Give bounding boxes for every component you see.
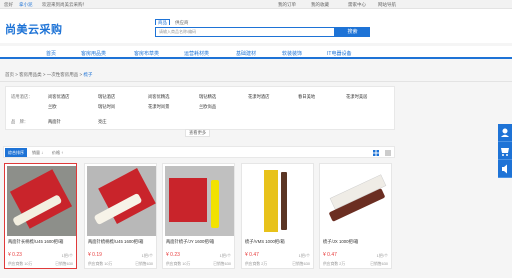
product-supplier-count: 供应商数 10万 (8, 262, 33, 266)
sort-price-button[interactable]: 价格 ↑ (52, 150, 63, 156)
search-button[interactable]: 搜索 (335, 27, 370, 37)
product-image[interactable] (7, 166, 76, 236)
sidebar-notice[interactable] (498, 160, 512, 178)
product-unit: 1把/个 (376, 253, 388, 258)
breadcrumb: 首页 > 客房用品类 > 一次性客房用品 > 梳子 (5, 72, 93, 77)
product-card[interactable]: 梳子/JX 1000把/箱 ¥ 0.47 1把/个 供应商数 2万 已销售630 (319, 163, 392, 269)
filter-option[interactable]: 兰欧 (48, 104, 57, 110)
nav-item-linen[interactable]: 客房布草类 (134, 50, 159, 57)
filter-option[interactable]: 春日美地 (298, 94, 315, 100)
filter-option[interactable]: 兰欧尚品 (199, 104, 216, 110)
user-icon (501, 128, 509, 137)
main-nav: 首页 客房用品类 客房布草类 运营耗材类 基础建材 软装装饰 IT电器设备 (0, 46, 512, 59)
filter-option[interactable]: 尚客优精选 (148, 94, 169, 100)
filter-panel: 适用酒店： 尚客优酒店 瑞钻酒店 尚客优精选 瑞钻精选 花漾时酒店 春日美地 花… (5, 86, 395, 130)
product-image[interactable] (244, 166, 313, 236)
product-price: ¥ 0.23 (166, 252, 180, 258)
top-bar: 您好 拿小泥 欢迎来到尚美云采购！ 我的订单 我的收藏 需家中心 网站导航 (0, 0, 512, 9)
filter-option[interactable]: 花漾时美居 (346, 94, 367, 100)
list-view-icon[interactable] (385, 150, 391, 156)
breadcrumb-item[interactable]: 客房用品类 (19, 72, 42, 77)
grid-view-icon[interactable] (373, 150, 379, 156)
product-name[interactable]: 梳子/VMS 1000把/箱 (245, 239, 313, 244)
product-card[interactable]: 两面针长柄梳/U45 1600把/箱 ¥ 0.23 1把/个 供应商数 10万 … (4, 163, 77, 269)
product-price: ¥ 0.47 (245, 252, 259, 258)
my-favorites-link[interactable]: 我的收藏 (311, 2, 329, 8)
speaker-icon (502, 164, 507, 174)
product-unit: 1把/个 (141, 253, 153, 258)
header: 尚美云采购 商品 供应商 (0, 9, 512, 43)
brand2-filter-label: 品 牌： (11, 119, 29, 124)
search-tab-goods[interactable]: 商品 (155, 19, 170, 25)
nav-item-consumables[interactable]: 运营耗材类 (184, 50, 209, 57)
product-unit: 1把/个 (298, 253, 310, 258)
filter-option[interactable]: 瑞钻酒店 (98, 94, 115, 100)
sidebar-account[interactable] (498, 124, 512, 142)
sidebar-cart[interactable] (498, 142, 512, 160)
product-name[interactable]: 两面针梳子/JY 1600把/箱 (166, 239, 234, 244)
breadcrumb-current: 梳子 (83, 72, 93, 77)
search-tab-supplier[interactable]: 供应商 (175, 20, 189, 26)
product-card[interactable]: 两面针梳柄梳/U45 1600把/箱 ¥ 0.19 1把/个 供应商数 10万 … (84, 163, 157, 269)
product-supplier-count: 供应商数 2万 (323, 262, 346, 266)
product-supplier-count: 供应商数 2万 (245, 262, 268, 266)
filter-option[interactable]: 花漾时尚景 (148, 104, 169, 110)
product-image[interactable] (165, 166, 234, 236)
site-logo[interactable]: 尚美云采购 (5, 21, 63, 37)
welcome-text: 欢迎来到尚美云采购！ (42, 2, 87, 7)
product-name[interactable]: 梳子/JX 1000把/箱 (323, 239, 391, 244)
user-link[interactable]: 拿小泥 (19, 2, 33, 8)
product-sales: 已销售630 (370, 262, 388, 266)
greeting-text: 您好 (4, 2, 13, 7)
nav-item-materials[interactable]: 基础建材 (236, 50, 256, 57)
product-sales: 已销售630 (213, 262, 231, 266)
product-unit: 1把/个 (219, 253, 231, 258)
nav-item-room-supplies[interactable]: 客房用品类 (81, 50, 106, 57)
product-image[interactable] (87, 166, 156, 236)
product-price: ¥ 0.47 (323, 252, 337, 258)
product-unit: 1把/个 (61, 253, 73, 258)
filter-option[interactable]: 花漾时酒店 (248, 94, 269, 100)
brand-filter-label: 适用酒店： (11, 94, 33, 99)
filter-option[interactable]: 两面针 (48, 119, 61, 125)
product-card[interactable]: 两面针梳子/JY 1600把/箱 ¥ 0.23 1把/个 供应商数 10万 已销… (162, 163, 235, 269)
product-name[interactable]: 两面针长柄梳/U45 1600把/箱 (8, 239, 76, 244)
product-name[interactable]: 两面针梳柄梳/U45 1600把/箱 (88, 239, 156, 244)
product-card[interactable]: 梳子/VMS 1000把/箱 ¥ 0.47 1把/个 供应商数 2万 已销售63… (241, 163, 314, 269)
filter-option[interactable]: 瑞钻精选 (199, 94, 216, 100)
product-supplier-count: 供应商数 10万 (166, 262, 191, 266)
search-input[interactable]: 请输入商品名称/编码 (155, 27, 335, 37)
filter-option[interactable]: 瑞钻时尚 (98, 104, 115, 110)
nav-item-decor[interactable]: 软装装饰 (282, 50, 302, 57)
my-orders-link[interactable]: 我的订单 (278, 2, 296, 8)
buyer-center-link[interactable]: 需家中心 (348, 2, 366, 8)
product-sales: 已销售630 (292, 262, 310, 266)
cart-icon (501, 148, 509, 156)
breadcrumb-item[interactable]: 一次性客房用品 (47, 72, 79, 77)
product-supplier-count: 供应商数 10万 (88, 262, 113, 266)
divider (0, 81, 512, 82)
product-price: ¥ 0.19 (88, 252, 102, 258)
filter-option[interactable]: 亮庄 (98, 119, 107, 125)
filter-option[interactable]: 尚客优酒店 (48, 94, 69, 100)
more-wrap: 查看更多 (0, 128, 395, 137)
product-sales: 已销售630 (55, 262, 73, 266)
breadcrumb-item[interactable]: 首页 (5, 72, 14, 77)
sort-sales-button[interactable]: 销量 ↓ (32, 150, 43, 156)
sort-bar: 综合排序 销量 ↓ 价格 ↑ (3, 146, 395, 158)
nav-item-it-devices[interactable]: IT电器设备 (327, 50, 351, 57)
product-price: ¥ 0.23 (8, 252, 22, 258)
product-image[interactable] (322, 166, 391, 236)
sort-default-button[interactable]: 综合排序 (5, 148, 27, 157)
nav-item-home[interactable]: 首页 (46, 50, 56, 57)
show-more-button[interactable]: 查看更多 (185, 129, 211, 137)
product-sales: 已销售630 (135, 262, 153, 266)
site-nav-link[interactable]: 网站导航 (378, 2, 396, 8)
